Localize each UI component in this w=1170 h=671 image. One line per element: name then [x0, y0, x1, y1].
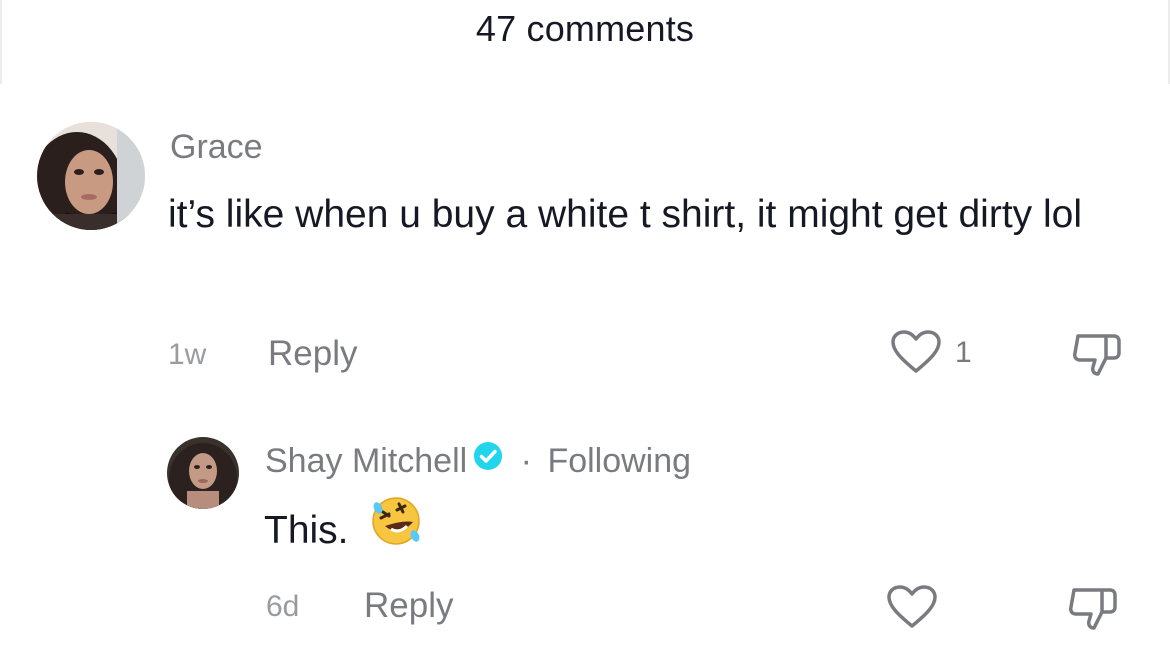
thumbs-down-icon [1073, 334, 1121, 376]
heart-icon [891, 330, 941, 373]
reply-text: This. [264, 508, 349, 552]
comments-header: 47 comments [0, 0, 1170, 84]
like-button[interactable] [890, 330, 946, 376]
following-label: Following [547, 442, 692, 480]
avatar[interactable] [167, 437, 239, 509]
dislike-button[interactable] [1070, 330, 1126, 380]
verified-badge-icon [473, 441, 503, 480]
reply-timestamp: 6d [266, 590, 300, 623]
heart-icon [887, 585, 937, 628]
separator-dot: · [520, 442, 532, 480]
rolling-laughing-emoji-icon [369, 494, 423, 565]
avatar[interactable] [37, 122, 145, 230]
comment-timestamp: 1w [168, 338, 207, 371]
reply-username-row: Shay Mitchell · Following [265, 441, 692, 481]
comment-username[interactable]: Grace [170, 128, 263, 167]
reply-button[interactable]: Reply [268, 334, 357, 374]
dislike-button[interactable] [1066, 584, 1122, 634]
like-button[interactable] [886, 585, 942, 631]
like-count: 1 [955, 336, 972, 369]
comments-count-title: 47 comments [475, 8, 695, 49]
thumbs-down-icon [1069, 588, 1117, 630]
reply-username[interactable]: Shay Mitchell [265, 442, 467, 480]
reply-text-row: This. [264, 497, 423, 565]
reply-button[interactable]: Reply [364, 586, 453, 626]
comment-text: it’s like when u buy a white t shirt, it… [168, 193, 1083, 236]
